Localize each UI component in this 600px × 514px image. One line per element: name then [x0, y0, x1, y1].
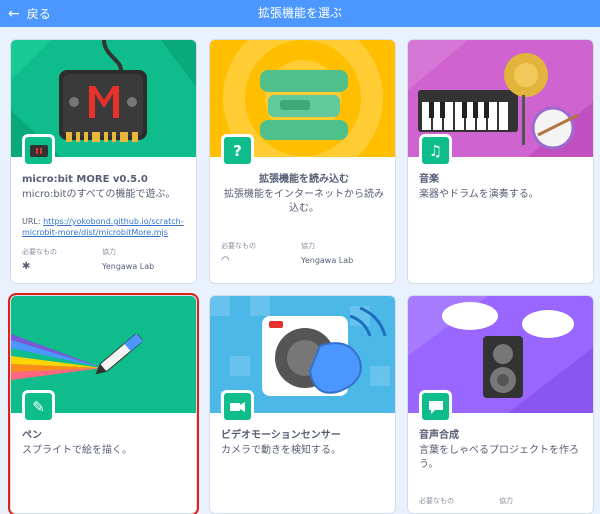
extension-name: 音楽	[419, 174, 439, 185]
collaborator-label: 協力	[499, 497, 513, 505]
extension-description: 拡張機能をインターネットから読み込む。	[224, 189, 384, 214]
wifi-icon: ◠	[221, 255, 230, 266]
requires-label: 必要なもの	[221, 242, 256, 250]
video-sensing-icon	[221, 390, 254, 423]
microbit-icon	[22, 134, 55, 167]
requires-label: 必要なもの	[22, 248, 57, 256]
extension-meta-labels: 必要なもの 協力	[419, 496, 585, 506]
extension-card-music[interactable]: ♫ 音楽 楽器やドラムを演奏する。	[407, 39, 594, 284]
extension-meta-values: ✱ Yengawa Lab	[22, 261, 188, 272]
requires-label: 必要なもの	[419, 497, 454, 505]
extension-description: 言葉をしゃべるプロジェクトを作ろう。	[419, 445, 579, 470]
page-title: 拡張機能を選ぶ	[257, 6, 342, 20]
extension-meta-labels: 必要なもの 協力	[221, 241, 387, 251]
extension-description: 楽器やドラムを演奏する。	[419, 189, 539, 200]
bluetooth-icon: ✱	[22, 261, 31, 272]
extension-description: カメラで動きを検知する。	[221, 445, 341, 456]
extension-url: URL: https://yokobond.github.io/scratch-…	[22, 217, 184, 237]
extension-description: micro:bitのすべての機能で遊ぶ。	[22, 189, 176, 200]
collaborator-label: 協力	[301, 242, 315, 250]
collaborator-value: Yengawa Lab	[301, 256, 354, 265]
extension-meta-values: ◠ Yengawa Lab	[221, 255, 387, 266]
collaborator-value: Yengawa Lab	[102, 262, 155, 271]
extension-name: micro:bit MORE v0.5.0	[22, 174, 148, 185]
extension-card-pen[interactable]: ✎ ペン スプライトで絵を描く。	[8, 293, 199, 514]
pen-icon: ✎	[22, 390, 55, 423]
question-icon: ?	[221, 134, 254, 167]
extension-url-link[interactable]: https://yokobond.github.io/scratch-micro…	[22, 217, 184, 237]
extension-name: ビデオモーションセンサー	[221, 430, 341, 441]
collaborator-label: 協力	[102, 248, 116, 256]
extension-card-video-sensing[interactable]: ビデオモーションセンサー カメラで動きを検知する。	[209, 295, 396, 514]
extension-name: ペン	[22, 430, 42, 441]
speech-bubble-icon	[419, 390, 452, 423]
extension-card-load-extension[interactable]: ? 拡張機能を読み込む 拡張機能をインターネットから読み込む。 必要なもの 協力…	[209, 39, 396, 284]
extension-name: 音声合成	[419, 430, 459, 441]
extension-card-microbit-more[interactable]: micro:bit MORE v0.5.0 micro:bitのすべての機能で遊…	[10, 39, 197, 284]
extension-name: 拡張機能を読み込む	[259, 174, 349, 185]
extension-meta-labels: 必要なもの 協力	[22, 247, 188, 257]
extension-card-text-to-speech[interactable]: 音声合成 言葉をしゃべるプロジェクトを作ろう。 必要なもの 協力	[407, 295, 594, 514]
music-note-icon: ♫	[419, 134, 452, 167]
extension-description: スプライトで絵を描く。	[22, 445, 132, 456]
top-bar: ← 戻る 拡張機能を選ぶ	[0, 0, 600, 27]
